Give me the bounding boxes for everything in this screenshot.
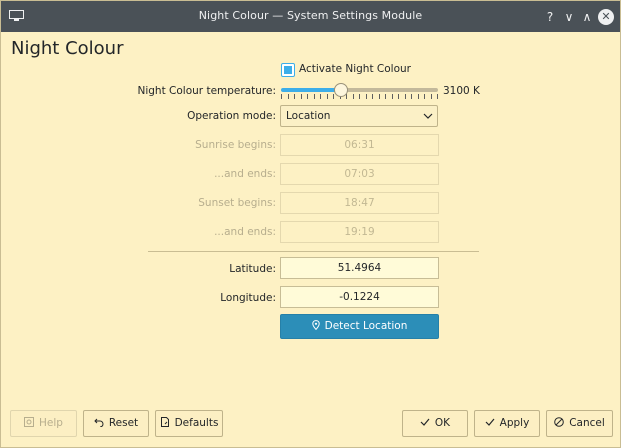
defaults-button[interactable]: Defaults xyxy=(155,410,223,437)
reset-label: Reset xyxy=(108,417,139,429)
slider-tick xyxy=(359,94,360,99)
minimize-button[interactable]: ∨ xyxy=(561,9,577,25)
slider-tick xyxy=(333,94,334,99)
chevron-down-icon xyxy=(423,113,433,119)
sunrise-begins-field: 06:31 xyxy=(280,134,439,156)
window-title: Night Colour — System Settings Module xyxy=(198,9,423,22)
slider-tick xyxy=(372,94,373,99)
ok-label: OK xyxy=(434,417,451,429)
help-button[interactable]: Help xyxy=(10,410,77,437)
settings-window: Night Colour — System Settings Module ? … xyxy=(0,0,621,448)
longitude-input[interactable]: -0.1224 xyxy=(280,286,439,308)
sunset-ends-label: ...and ends: xyxy=(214,226,276,238)
cancel-label: Cancel xyxy=(569,417,605,429)
sunset-begins-label: Sunset begins: xyxy=(198,197,276,209)
context-help-button[interactable]: ? xyxy=(542,9,558,25)
title-bar[interactable]: Night Colour — System Settings Module ? … xyxy=(1,1,620,32)
sunset-begins-field: 18:47 xyxy=(280,192,439,214)
slider-tick xyxy=(288,94,289,99)
latitude-input[interactable]: 51.4964 xyxy=(280,257,439,279)
close-button[interactable]: ✕ xyxy=(598,9,614,25)
slider-tick xyxy=(281,94,282,99)
slider-tick xyxy=(398,94,399,99)
detect-location-label: Detect Location xyxy=(324,320,408,332)
activate-label[interactable]: Activate Night Colour xyxy=(299,63,411,75)
temperature-value: 3100 K xyxy=(443,85,480,97)
operation-mode-value: Location xyxy=(286,110,331,122)
cancel-button[interactable]: Cancel xyxy=(546,410,613,437)
sunrise-ends-label: ...and ends: xyxy=(214,168,276,180)
slider-tick xyxy=(437,94,438,99)
checkbox-check-mark xyxy=(284,66,292,74)
longitude-label: Longitude: xyxy=(220,292,276,304)
slider-handle[interactable] xyxy=(334,83,348,97)
separator xyxy=(148,251,479,252)
help-label: Help xyxy=(39,417,63,429)
detect-location-button[interactable]: Detect Location xyxy=(280,314,439,339)
activate-checkbox[interactable] xyxy=(281,63,295,77)
sunrise-begins-label: Sunrise begins: xyxy=(195,139,276,151)
slider-tick xyxy=(424,94,425,99)
apply-button[interactable]: Apply xyxy=(474,410,540,437)
latitude-label: Latitude: xyxy=(229,263,276,275)
slider-tick xyxy=(385,94,386,99)
slider-tick xyxy=(418,94,419,99)
temperature-slider[interactable] xyxy=(281,83,438,99)
slider-tick xyxy=(307,94,308,99)
checkmark-icon xyxy=(420,418,430,426)
slider-tick xyxy=(327,94,328,99)
slider-tick xyxy=(392,94,393,99)
slider-tick xyxy=(353,94,354,99)
undo-icon xyxy=(94,418,104,427)
sunset-ends-field: 19:19 xyxy=(280,221,439,243)
slider-ticks xyxy=(281,94,438,99)
cancel-icon xyxy=(554,417,565,427)
reset-button[interactable]: Reset xyxy=(83,410,149,437)
checkmark-icon xyxy=(485,418,495,426)
slider-tick xyxy=(431,94,432,99)
location-pin-icon xyxy=(311,320,320,330)
sunrise-ends-field: 07:03 xyxy=(280,163,439,185)
apply-label: Apply xyxy=(499,417,530,429)
maximize-button[interactable]: ∧ xyxy=(579,9,595,25)
page-title: Night Colour xyxy=(11,38,124,59)
temperature-label: Night Colour temperature: xyxy=(137,85,277,97)
ok-button[interactable]: OK xyxy=(402,410,468,437)
slider-tick xyxy=(314,94,315,99)
operation-mode-label: Operation mode: xyxy=(187,110,276,122)
slider-tick xyxy=(405,94,406,99)
slider-filled-track xyxy=(281,88,341,92)
defaults-label: Defaults xyxy=(174,417,219,429)
slider-empty-track xyxy=(341,88,438,92)
slider-tick xyxy=(411,94,412,99)
operation-mode-select[interactable]: Location xyxy=(280,105,438,127)
slider-tick xyxy=(379,94,380,99)
document-icon xyxy=(160,417,169,427)
slider-tick xyxy=(366,94,367,99)
slider-tick xyxy=(301,94,302,99)
slider-tick xyxy=(320,94,321,99)
help-icon xyxy=(24,417,35,427)
slider-tick xyxy=(294,94,295,99)
